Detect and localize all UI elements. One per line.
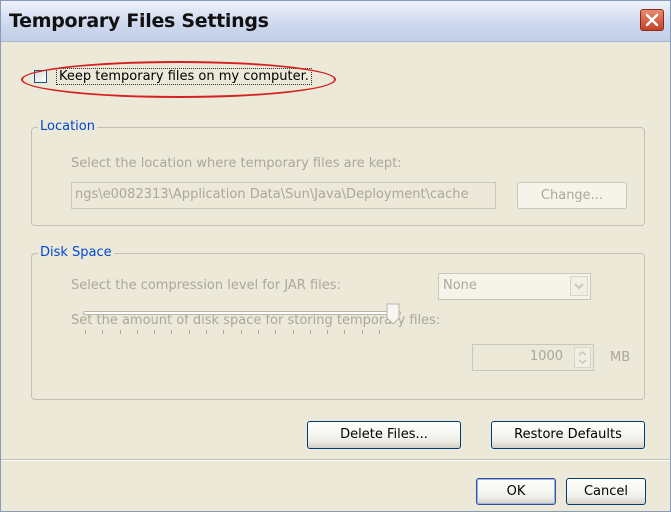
keep-files-checkbox[interactable] xyxy=(34,70,47,83)
disk-space-spinner[interactable]: 1000 xyxy=(472,344,594,371)
chevron-down-icon xyxy=(574,283,584,290)
compression-select[interactable]: None xyxy=(438,273,591,300)
slider-tick xyxy=(154,330,156,334)
slider-tick xyxy=(361,330,363,334)
slider-tick xyxy=(292,330,294,334)
temporary-files-settings-dialog: Temporary Files Settings Keep temporary … xyxy=(0,0,671,512)
slider-tick xyxy=(188,330,190,334)
window-title: Temporary Files Settings xyxy=(9,10,269,32)
location-legend: Location xyxy=(38,119,97,134)
delete-files-button[interactable]: Delete Files... xyxy=(307,421,461,449)
slider-tick xyxy=(206,330,208,334)
keep-files-label[interactable]: Keep temporary files on my computer. xyxy=(56,68,312,85)
spinner-arrows-icon xyxy=(578,351,587,364)
spinner-buttons[interactable] xyxy=(574,347,591,368)
title-bar[interactable]: Temporary Files Settings xyxy=(1,1,670,42)
slider-tick xyxy=(309,330,311,334)
slider-tick xyxy=(223,330,225,334)
slider-tick xyxy=(136,330,138,334)
ok-button[interactable]: OK xyxy=(476,478,556,505)
restore-defaults-button[interactable]: Restore Defaults xyxy=(491,421,645,449)
button-separator xyxy=(1,459,670,461)
disk-space-unit: MB xyxy=(610,350,631,365)
slider-tick xyxy=(275,330,277,334)
slider-tick xyxy=(379,330,380,334)
disk-space-legend: Disk Space xyxy=(38,245,114,260)
compression-value: None xyxy=(443,278,477,293)
slider-tick xyxy=(102,330,104,334)
slider-tick xyxy=(344,330,346,334)
compression-label: Select the compression level for JAR fil… xyxy=(71,278,341,293)
slider-tick xyxy=(327,330,329,334)
cancel-button[interactable]: Cancel xyxy=(566,478,646,505)
slider-tick xyxy=(171,330,173,334)
compression-dropdown-button[interactable] xyxy=(570,276,588,296)
disk-amount-label: Set the amount of disk space for storing… xyxy=(71,313,441,328)
close-button[interactable] xyxy=(640,9,664,31)
slider-tick xyxy=(257,330,259,334)
slider-tick xyxy=(85,330,86,334)
disk-space-slider-thumb[interactable] xyxy=(386,303,400,325)
disk-space-slider-track[interactable] xyxy=(83,311,401,315)
close-icon xyxy=(645,13,659,27)
slider-tick xyxy=(119,330,121,334)
disk-space-value: 1000 xyxy=(529,349,563,364)
location-path-field[interactable]: ngs\e0082313\Application Data\Sun\Java\D… xyxy=(71,182,496,209)
location-group: Location xyxy=(31,119,645,226)
change-location-button[interactable]: Change... xyxy=(517,182,627,209)
location-description: Select the location where temporary file… xyxy=(71,156,402,171)
slider-tick xyxy=(240,330,242,334)
